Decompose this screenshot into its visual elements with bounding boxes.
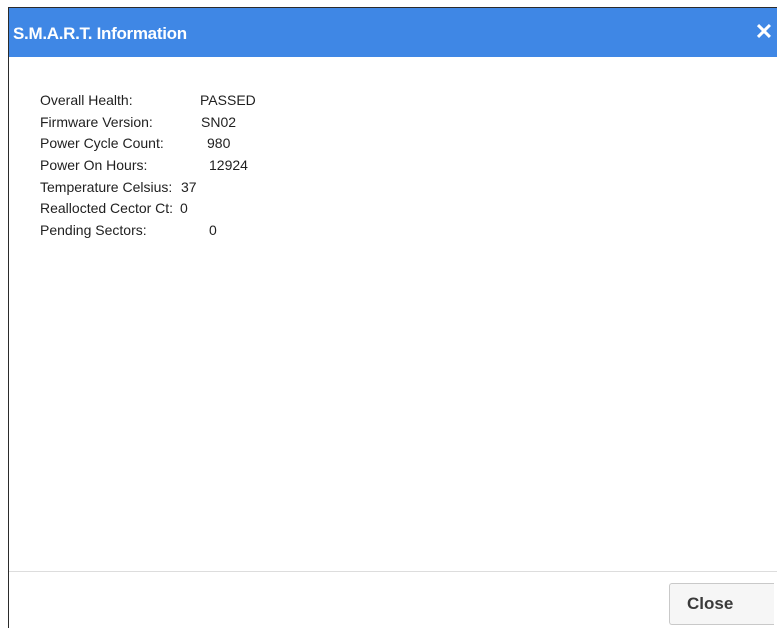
dialog-body: Overall Health: PASSED Firmware Version:… — [9, 57, 777, 571]
close-icon[interactable]: ✕ — [753, 20, 775, 44]
info-value: 37 — [181, 178, 197, 195]
info-label: Reallocted Cector Ct: — [40, 200, 174, 217]
info-label: Power Cycle Count: — [40, 135, 164, 152]
info-value: SN02 — [201, 113, 237, 130]
info-value: 0 — [209, 222, 217, 239]
info-label: Pending Sectors: — [40, 222, 147, 239]
dialog-titlebar: S.M.A.R.T. Information ✕ — [9, 8, 777, 57]
info-label: Overall Health: — [40, 92, 133, 108]
smart-information-dialog: S.M.A.R.T. Information ✕ Overall Health:… — [8, 7, 777, 628]
info-label: Firmware Version: — [40, 113, 153, 130]
info-value: 0 — [180, 200, 188, 217]
dialog-title: S.M.A.R.T. Information — [13, 24, 187, 43]
info-label: Temperature Celsius: — [40, 178, 173, 195]
info-value: 12924 — [209, 157, 248, 174]
dialog-footer: Close — [9, 571, 777, 628]
info-value: 980 — [207, 135, 231, 152]
close-button[interactable]: Close — [669, 583, 774, 625]
info-value: PASSED — [200, 92, 256, 108]
info-label: Power On Hours: — [40, 157, 148, 174]
